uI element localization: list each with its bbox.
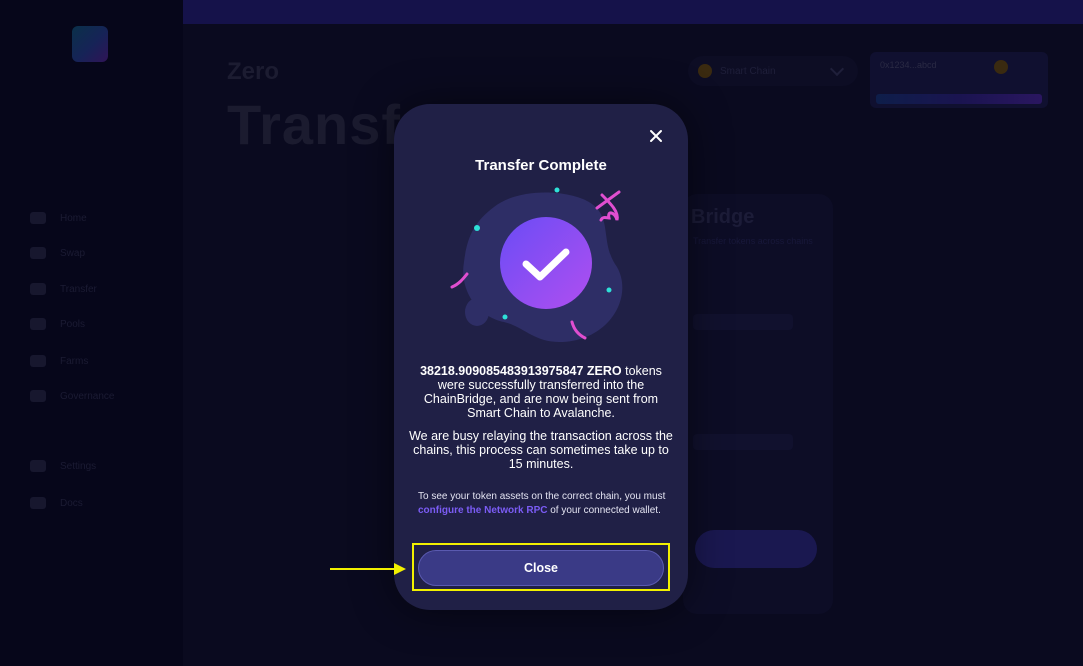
bridge-card-title: Bridge xyxy=(691,206,755,228)
modal-title: Transfer Complete xyxy=(475,157,607,174)
sidebar-item-label: Governance xyxy=(60,390,115,402)
sidebar-item-pools[interactable]: Pools xyxy=(30,318,85,330)
chevron-down-icon xyxy=(829,61,845,77)
rpc-note-before: To see your token assets on the correct … xyxy=(418,491,666,502)
docs-icon xyxy=(30,497,46,509)
bridge-card-subtitle: Transfer tokens across chains xyxy=(693,236,813,246)
home-icon xyxy=(30,212,46,224)
settings-icon xyxy=(30,460,46,472)
success-illustration xyxy=(450,187,623,342)
close-icon[interactable] xyxy=(648,128,664,144)
confetti-dot xyxy=(474,225,480,231)
network-selector[interactable]: Smart Chain xyxy=(688,56,858,86)
confetti-dot xyxy=(502,314,508,320)
transfer-amount: 38218.909085483913975847 ZERO xyxy=(420,364,622,378)
wallet-address: 0x1234...abcd xyxy=(880,60,937,70)
annotation-arrow xyxy=(330,563,406,575)
relay-message: We are busy relaying the transaction acr… xyxy=(409,429,673,471)
sidebar-item-label: Home xyxy=(60,212,87,224)
wallet-card[interactable]: 0x1234...abcd xyxy=(870,52,1048,108)
transfer-complete-modal: Transfer Complete 38218.9090854839139758… xyxy=(394,104,688,610)
network-icon xyxy=(698,64,712,78)
sidebar-item-label: Pools xyxy=(60,318,86,330)
transfer-message: 38218.909085483913975847 ZERO tokens wer… xyxy=(408,364,674,420)
sidebar-item-settings[interactable]: Settings xyxy=(30,460,96,472)
rpc-note-after: of your connected wallet. xyxy=(547,505,661,516)
pools-icon xyxy=(30,318,46,330)
bridge-submit-button[interactable] xyxy=(695,530,817,568)
close-button[interactable]: Close xyxy=(418,550,664,586)
bridge-card: Bridge Transfer tokens across chains xyxy=(683,194,833,614)
top-banner xyxy=(183,0,1083,24)
transfer-icon xyxy=(30,283,46,295)
sidebar-item-home[interactable]: Home xyxy=(30,212,87,224)
governance-icon xyxy=(30,390,46,402)
sidebar-item-governance[interactable]: Governance xyxy=(30,390,114,402)
confetti-dot xyxy=(554,187,560,193)
sidebar-item-transfer[interactable]: Transfer xyxy=(30,283,97,295)
sidebar-item-farms[interactable]: Farms xyxy=(30,355,88,367)
sidebar-item-label: Farms xyxy=(60,355,89,367)
blob-shape-small xyxy=(465,298,489,326)
bridge-field[interactable] xyxy=(693,314,793,330)
app-logo xyxy=(72,26,108,62)
token-icon xyxy=(994,60,1008,74)
bridge-field[interactable] xyxy=(693,434,793,450)
swap-icon xyxy=(30,247,46,259)
check-circle xyxy=(500,217,592,309)
page-subtitle: Zero xyxy=(227,58,280,85)
sidebar-item-label: Transfer xyxy=(60,283,97,295)
farms-icon xyxy=(30,355,46,367)
confetti-squiggle xyxy=(595,190,621,210)
confetti-dot xyxy=(606,287,612,293)
sidebar-item-docs[interactable]: Docs xyxy=(30,497,83,509)
sidebar-item-label: Swap xyxy=(60,247,86,259)
rpc-note: To see your token assets on the correct … xyxy=(418,490,668,518)
sidebar: Home Swap Transfer Pools Farms Governanc… xyxy=(0,0,184,666)
wallet-bar xyxy=(876,94,1042,104)
sidebar-item-swap[interactable]: Swap xyxy=(30,247,85,259)
sidebar-item-label: Docs xyxy=(60,497,83,509)
configure-rpc-link[interactable]: configure the Network RPC xyxy=(418,505,547,516)
sidebar-item-label: Settings xyxy=(60,460,97,472)
network-label: Smart Chain xyxy=(720,65,776,77)
